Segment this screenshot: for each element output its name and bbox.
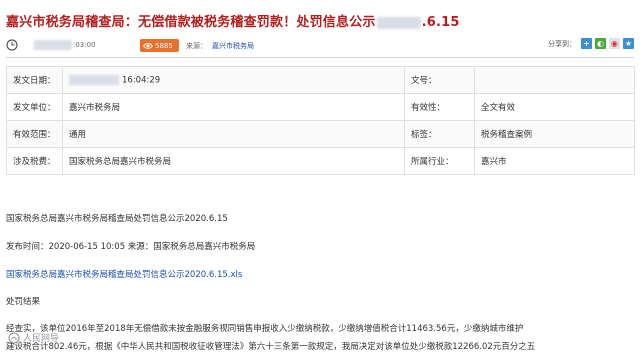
info-label: 有效性： xyxy=(404,93,475,121)
info-label: 发文日期： xyxy=(6,66,63,94)
source-label: 来源： xyxy=(186,42,207,50)
share-plus-icon[interactable]: + xyxy=(581,38,592,49)
wechat-share-icon[interactable]: ◐ xyxy=(595,38,606,49)
title-prefix: 嘉兴市税务局稽查局：无偿借款被税务稽查罚款！处罚信息公示 xyxy=(6,15,376,30)
redacted-date xyxy=(34,40,72,50)
title-suffix: .6.15 xyxy=(421,15,460,30)
info-value: 税务稽查案例 xyxy=(474,120,635,148)
article-title: 嘉兴市税务局稽查局：无偿借款被税务稽查罚款！处罚信息公示 .6.15 xyxy=(6,11,566,30)
clock-icon xyxy=(6,39,18,51)
view-count: 5885 xyxy=(155,41,173,50)
paragraph-line: 经查实，该单位2016年至2018年无偿借款未按金融服务视同销售申报收入少缴纳税… xyxy=(6,324,524,334)
info-value: 全文有效 xyxy=(474,93,635,121)
content-heading: 国家税务总局嘉兴市税务局稽查局处罚信息公示2020.6.15 xyxy=(6,214,228,224)
eye-icon xyxy=(143,42,153,49)
share-bar: 分享到： + ◐ ◉ ★ xyxy=(548,38,634,49)
info-label: 发文单位： xyxy=(6,93,63,121)
publish-line: 发布时间：2020-06-15 10:05 来源：国家税务总局嘉兴市税务局 xyxy=(6,242,256,252)
weibo-share-icon[interactable]: ◉ xyxy=(609,38,620,49)
attachment-link[interactable]: 国家税务总局嘉兴市税务局稽查局处罚信息公示2020.6.15.xls xyxy=(6,268,242,280)
watermark: 人民网导 xyxy=(8,331,59,344)
publish-time: :03:00 xyxy=(73,41,96,49)
title-divider xyxy=(6,57,634,58)
source-link[interactable]: 嘉兴市税务局 xyxy=(212,41,254,51)
info-label: 所属行业： xyxy=(404,147,475,175)
issue-date-time: 16:04:29 xyxy=(122,75,161,86)
watermark-logo-icon xyxy=(8,331,20,344)
table-row: 有效范围： 通用 标签： 税务稽查案例 xyxy=(6,120,635,148)
info-value: 16:04:29 xyxy=(62,66,405,94)
redacted-date xyxy=(69,74,119,85)
info-label: 有效范围： xyxy=(6,120,63,148)
info-value: 国家税务总局嘉兴市税务局 xyxy=(62,147,405,175)
view-count-badge: 5885 xyxy=(140,39,179,52)
info-label: 标签： xyxy=(404,120,475,148)
info-label: 文号： xyxy=(404,66,475,94)
article-meta: :03:00 5885 来源： 嘉兴市税务局 分享到： + ◐ ◉ ★ xyxy=(6,38,634,54)
table-row: 发文单位： 嘉兴市税务局 有效性： 全文有效 xyxy=(6,93,635,121)
paragraph-line: 建设税合计802.46元，根据《中华人民共和国税收征收管理法》第六十三条第一款规… xyxy=(6,342,536,352)
info-value: 嘉兴市税务局 xyxy=(62,93,405,121)
share-label: 分享到： xyxy=(548,39,576,48)
info-value: 嘉兴市 xyxy=(474,147,635,175)
table-row: 发文日期： 16:04:29 文号： xyxy=(6,66,635,94)
table-row: 涉及税费： 国家税务总局嘉兴市税务局 所属行业： 嘉兴市 xyxy=(6,147,635,175)
watermark-text: 人民网导 xyxy=(23,334,60,344)
info-label: 涉及税费： xyxy=(6,147,63,175)
info-value xyxy=(474,66,635,94)
info-value: 通用 xyxy=(62,120,405,148)
section-title: 处罚结果 xyxy=(6,297,41,307)
qzone-share-icon[interactable]: ★ xyxy=(623,38,634,49)
document-info-table: 发文日期： 16:04:29 文号： 发文单位： 嘉兴市税务局 有效性： 全文有… xyxy=(6,66,635,175)
redacted-date xyxy=(376,16,421,29)
